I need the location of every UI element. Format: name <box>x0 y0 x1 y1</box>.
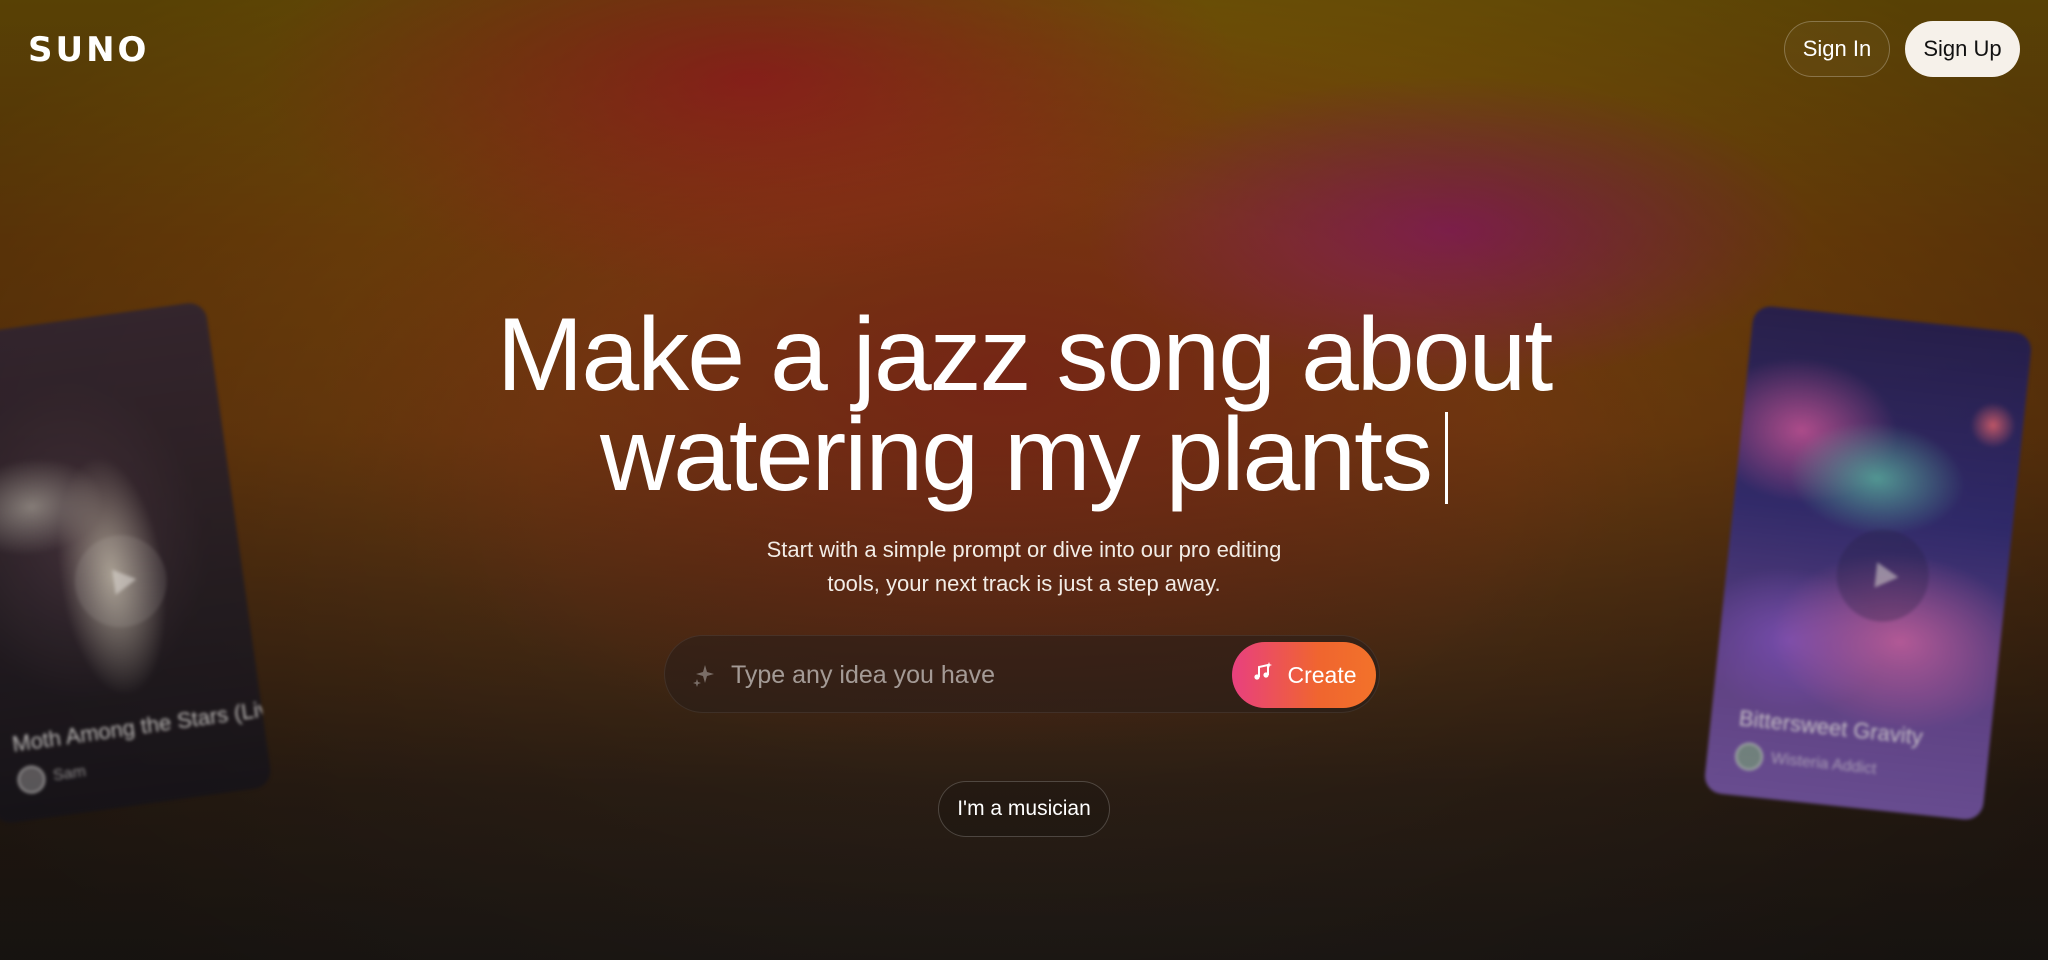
sign-up-button[interactable]: Sign Up <box>1905 21 2020 77</box>
typing-caret <box>1445 412 1449 504</box>
avatar <box>15 763 48 796</box>
suno-logo[interactable]: SUNO <box>28 30 149 70</box>
headline-line-1: Make a jazz song about <box>496 297 1553 413</box>
prompt-input[interactable] <box>731 650 1281 700</box>
song-title: Bittersweet Gravity <box>1737 705 1925 750</box>
subtitle-line-1: Start with a simple prompt or dive into … <box>766 537 1282 562</box>
song-artist: Wisteria Addict <box>1770 749 1878 778</box>
im-a-musician-button[interactable]: I'm a musician <box>938 781 1110 837</box>
prompt-bar: Create <box>664 635 1380 713</box>
hero-headline: Make a jazz song about watering my plant… <box>0 297 2048 507</box>
headline-line-2: watering my plants <box>0 403 2048 507</box>
song-artist: Sam <box>52 763 87 785</box>
hero-subtitle: Start with a simple prompt or dive into … <box>0 533 2048 601</box>
song-title: Moth Among the Stars (Live) <box>10 693 273 757</box>
create-label: Create <box>1287 661 1357 688</box>
avatar <box>1733 741 1765 773</box>
music-sparkle-icon <box>1251 661 1273 689</box>
sign-in-button[interactable]: Sign In <box>1784 21 1890 77</box>
create-button[interactable]: Create <box>1232 642 1376 708</box>
sparkle-icon <box>691 662 717 688</box>
headline-line-2-text: watering my plants <box>599 397 1433 513</box>
subtitle-line-2: tools, your next track is just a step aw… <box>827 571 1221 596</box>
